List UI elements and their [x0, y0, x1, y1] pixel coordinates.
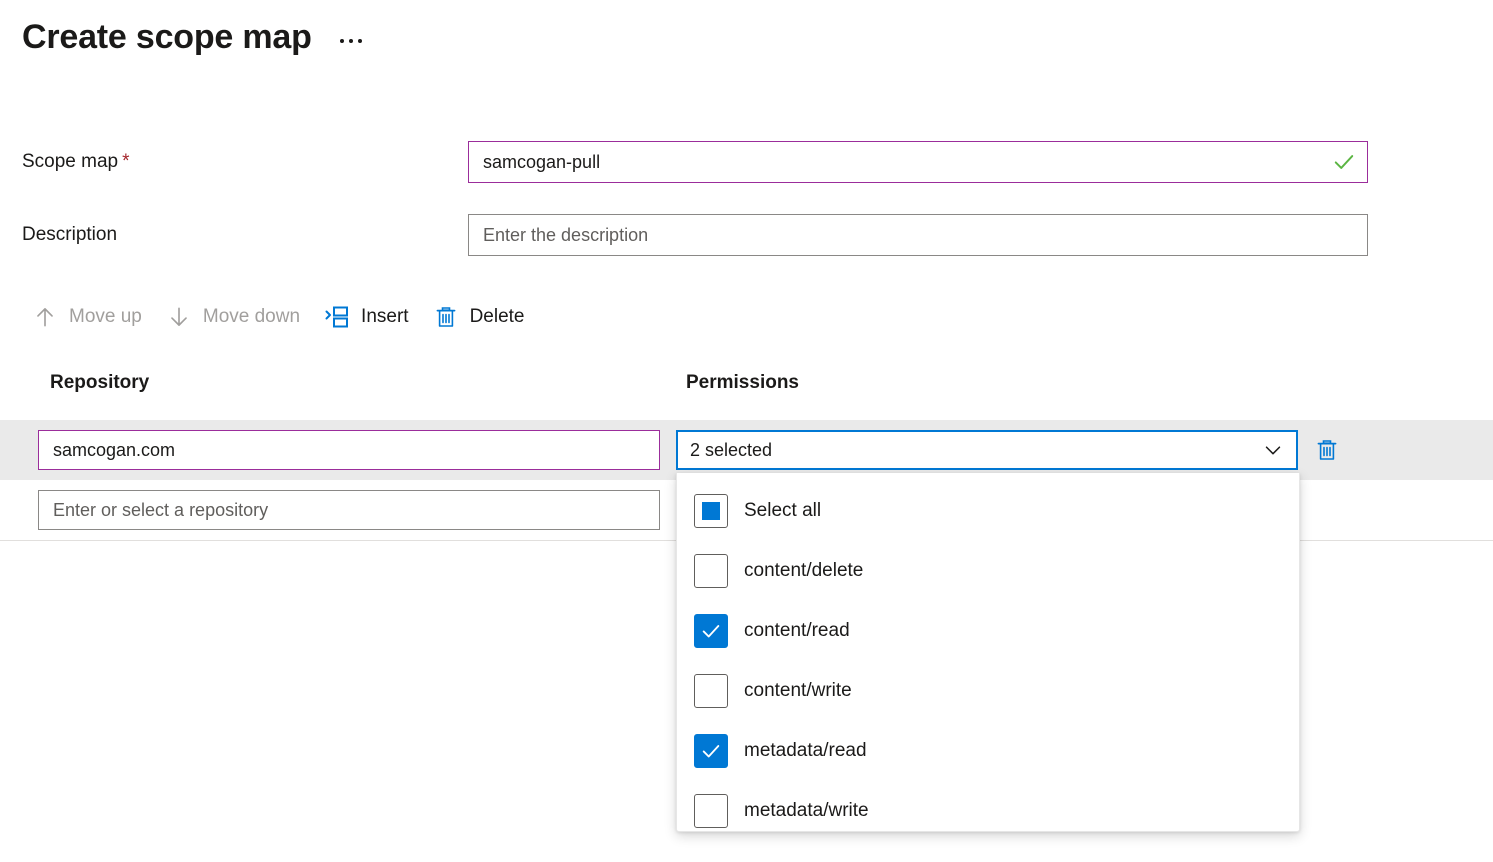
scope-map-input[interactable]: [468, 141, 1368, 183]
move-up-button[interactable]: Move up: [22, 298, 156, 336]
permissions-cell: 2 selected: [660, 430, 1300, 470]
arrow-down-icon: [166, 304, 192, 330]
repository-cell: [0, 430, 660, 470]
scope-map-label-text: Scope map: [22, 151, 119, 172]
insert-button[interactable]: Insert: [314, 298, 423, 336]
checkbox-unchecked-icon[interactable]: [694, 554, 728, 588]
arrow-up-icon: [32, 304, 58, 330]
permissions-dropdown-panel: Select all content/delete content/read c…: [676, 473, 1300, 832]
scope-map-field: [468, 141, 1368, 183]
description-input[interactable]: [468, 214, 1368, 256]
dropdown-option-label: content/write: [744, 680, 852, 701]
table-header: Repository Permissions: [0, 372, 1493, 394]
checkbox-checked-icon[interactable]: [694, 614, 728, 648]
description-label: Description: [22, 224, 118, 245]
insert-label: Insert: [361, 306, 409, 327]
dropdown-option-content-write[interactable]: content/write: [677, 661, 1299, 721]
more-commands-icon[interactable]: [334, 31, 368, 51]
scope-map-label: Scope map *: [0, 149, 468, 175]
row-delete-trash-icon[interactable]: [1314, 437, 1340, 463]
dropdown-option-metadata-read[interactable]: metadata/read: [677, 721, 1299, 781]
checkbox-checked-icon[interactable]: [694, 734, 728, 768]
move-down-label: Move down: [202, 306, 301, 327]
description-field: [468, 214, 1368, 256]
repository-input[interactable]: [38, 430, 660, 470]
table-row: 2 selected: [0, 420, 1493, 480]
description-row: Description: [0, 214, 1493, 256]
delete-label: Delete: [469, 306, 525, 327]
move-up-label: Move up: [69, 306, 142, 327]
chevron-down-icon: [1265, 446, 1281, 455]
permissions-select[interactable]: 2 selected: [676, 430, 1298, 470]
dropdown-option-select-all[interactable]: Select all: [677, 481, 1299, 541]
insert-row-icon: [324, 304, 350, 330]
trash-icon: [433, 304, 459, 330]
required-asterisk: *: [122, 151, 130, 172]
dropdown-option-label: content/delete: [744, 560, 864, 581]
permissions-selected-text: 2 selected: [690, 439, 773, 460]
column-header-permissions: Permissions: [686, 372, 799, 393]
repository-cell: [0, 490, 660, 530]
scope-map-row: Scope map *: [0, 141, 1493, 183]
dropdown-option-metadata-write[interactable]: metadata/write: [677, 781, 1299, 841]
checkbox-unchecked-icon[interactable]: [694, 794, 728, 828]
blade-header: Create scope map: [22, 14, 368, 60]
command-bar: Move up Move down Insert Delete: [22, 298, 539, 336]
page-title: Create scope map: [22, 18, 312, 56]
checkbox-unchecked-icon[interactable]: [694, 674, 728, 708]
checkbox-indeterminate-icon[interactable]: [694, 494, 728, 528]
row-delete-cell: [1300, 437, 1360, 463]
move-down-button[interactable]: Move down: [156, 298, 314, 336]
delete-button[interactable]: Delete: [423, 298, 539, 336]
dropdown-option-label: metadata/write: [744, 800, 869, 821]
repository-input[interactable]: [38, 490, 660, 530]
dropdown-option-label: content/read: [744, 620, 850, 641]
dropdown-option-content-read[interactable]: content/read: [677, 601, 1299, 661]
column-header-repository: Repository: [50, 372, 150, 393]
dropdown-option-label: Select all: [744, 500, 822, 521]
dropdown-option-label: metadata/read: [744, 740, 867, 761]
dropdown-option-content-delete[interactable]: content/delete: [677, 541, 1299, 601]
create-scope-map-blade: Create scope map Scope map* Description …: [0, 0, 1493, 862]
